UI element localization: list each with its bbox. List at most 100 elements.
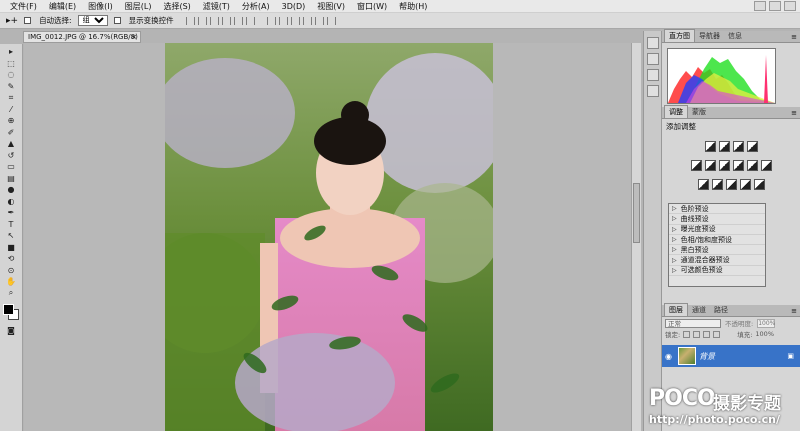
menu-view[interactable]: 视图(V) (311, 1, 351, 12)
eraser-icon[interactable]: ▭ (3, 161, 20, 173)
align-right-icon[interactable] (245, 16, 255, 25)
layers-menu-icon[interactable]: ≡ (791, 307, 797, 315)
move-tool-preset-icon[interactable]: ▸+ (6, 16, 18, 26)
align-vcenter-icon[interactable] (197, 16, 207, 25)
dodge-icon[interactable]: ◐ (3, 196, 20, 208)
document-tab[interactable]: IMG_0012.JPG @ 16.7%(RGB/8) × (23, 31, 141, 43)
3d-rotate-icon[interactable]: ⟲ (3, 253, 20, 265)
type-tool-icon[interactable]: T (3, 219, 20, 231)
distribute-bottom-icon[interactable] (290, 16, 300, 25)
menu-3d[interactable]: 3D(D) (276, 2, 312, 11)
lock-all-icon[interactable] (713, 330, 721, 338)
preset-item[interactable]: ▷ 色阶预设 (669, 204, 765, 215)
tab-masks[interactable]: 蒙版 (688, 106, 710, 118)
align-top-icon[interactable] (185, 16, 195, 25)
color-balance-icon[interactable] (718, 160, 730, 171)
menu-select[interactable]: 选择(S) (157, 1, 196, 12)
opacity-input[interactable]: 100% (757, 318, 775, 328)
preset-item[interactable]: ▷ 曝光度预设 (669, 225, 765, 235)
hand-tool-icon[interactable]: ✋ (3, 276, 20, 288)
zoom-tool-icon[interactable]: ⌕ (3, 288, 20, 300)
menu-file[interactable]: 文件(F) (4, 1, 43, 12)
menu-image[interactable]: 图像(I) (82, 1, 119, 12)
scrollbar-thumb[interactable] (633, 183, 640, 243)
distribute-right-icon[interactable] (326, 16, 336, 25)
distribute-left-icon[interactable] (302, 16, 312, 25)
minimize-button[interactable] (754, 1, 766, 11)
dock-histogram-icon[interactable] (646, 37, 659, 49)
distribute-hcenter-icon[interactable] (314, 16, 324, 25)
foreground-color[interactable] (3, 304, 14, 315)
preset-item[interactable]: ▷ 可选颜色预设 (669, 266, 765, 277)
align-left-icon[interactable] (221, 16, 231, 25)
tab-channels[interactable]: 通道 (688, 304, 710, 316)
preset-item[interactable]: ▷ 色相/饱和度预设 (669, 235, 765, 246)
blur-icon[interactable]: ● (3, 184, 20, 196)
move-tool-icon[interactable]: ▸ (3, 46, 20, 58)
history-brush-icon[interactable]: ↺ (3, 150, 20, 162)
maximize-button[interactable] (769, 1, 781, 11)
crop-tool-icon[interactable]: ⌗ (3, 92, 20, 104)
layer-row-background[interactable]: ◉ 背景 ▣ (662, 345, 800, 367)
exposure-icon[interactable] (746, 141, 758, 152)
menu-edit[interactable]: 编辑(E) (43, 1, 82, 12)
eye-icon[interactable]: ◉ (665, 352, 675, 361)
preset-item[interactable]: ▷ 黑白预设 (669, 245, 765, 256)
histogram-refresh-icon[interactable] (786, 51, 796, 96)
dock-actions-icon[interactable] (646, 69, 659, 81)
path-select-icon[interactable]: ↖ (3, 230, 20, 242)
lasso-tool-icon[interactable]: ◌ (3, 69, 20, 81)
preset-item[interactable]: ▷ 通道混合器预设 (669, 255, 765, 266)
quick-mask-icon[interactable]: ◙ (3, 325, 20, 337)
distribute-vcenter-icon[interactable] (278, 16, 288, 25)
hue-saturation-icon[interactable] (704, 160, 716, 171)
preset-item[interactable]: ▷ 曲线预设 (669, 214, 765, 225)
menu-analysis[interactable]: 分析(A) (236, 1, 276, 12)
align-hcenter-icon[interactable] (233, 16, 243, 25)
quick-select-icon[interactable]: ✎ (3, 81, 20, 93)
curves-icon[interactable] (732, 141, 744, 152)
dock-history-icon[interactable] (646, 53, 659, 65)
color-swatches[interactable] (2, 303, 20, 321)
gradient-map-icon[interactable] (739, 179, 751, 190)
menu-window[interactable]: 窗口(W) (351, 1, 393, 12)
close-window-button[interactable] (784, 1, 796, 11)
black-white-icon[interactable] (732, 160, 744, 171)
clone-stamp-icon[interactable]: ▲ (3, 138, 20, 150)
panel-menu-icon[interactable]: ≡ (791, 33, 797, 41)
healing-brush-icon[interactable]: ⊕ (3, 115, 20, 127)
lock-transparency-icon[interactable] (683, 330, 691, 338)
auto-select-dropdown[interactable]: 组 (77, 15, 108, 26)
auto-select-checkbox[interactable] (24, 16, 33, 26)
tab-info[interactable]: 信息 (724, 30, 746, 42)
threshold-icon[interactable] (725, 179, 737, 190)
dock-brushes-icon[interactable] (646, 85, 659, 97)
menu-layer[interactable]: 图层(L) (119, 1, 158, 12)
tab-paths[interactable]: 路径 (710, 304, 732, 316)
eyedropper-icon[interactable]: ⁄ (3, 104, 20, 116)
channel-mixer-icon[interactable] (760, 160, 772, 171)
align-bottom-icon[interactable] (209, 16, 219, 25)
tab-navigator[interactable]: 导航器 (695, 30, 724, 42)
menu-help[interactable]: 帮助(H) (393, 1, 433, 12)
pen-tool-icon[interactable]: ✒ (3, 207, 20, 219)
gradient-icon[interactable]: ▤ (3, 173, 20, 185)
posterize-icon[interactable] (711, 179, 723, 190)
tab-histogram[interactable]: 直方图 (664, 29, 695, 42)
photo-filter-icon[interactable] (746, 160, 758, 171)
close-document-icon[interactable]: × (131, 32, 137, 42)
3d-orbit-icon[interactable]: ⊙ (3, 265, 20, 277)
canvas-scrollbar[interactable] (631, 43, 641, 431)
menu-filter[interactable]: 滤镜(T) (197, 1, 236, 12)
adjustments-menu-icon[interactable]: ≡ (791, 109, 797, 117)
invert-icon[interactable] (697, 179, 709, 190)
marquee-tool-icon[interactable]: ⬚ (3, 58, 20, 70)
vibrance-icon[interactable] (690, 160, 702, 171)
fill-value[interactable]: 100% (755, 330, 774, 338)
distribute-top-icon[interactable] (266, 16, 276, 25)
tab-layers[interactable]: 图层 (664, 303, 688, 316)
selective-color-icon[interactable] (753, 179, 765, 190)
document-photo[interactable] (165, 43, 493, 431)
lock-position-icon[interactable] (703, 330, 711, 338)
shape-tool-icon[interactable]: ■ (3, 242, 20, 254)
